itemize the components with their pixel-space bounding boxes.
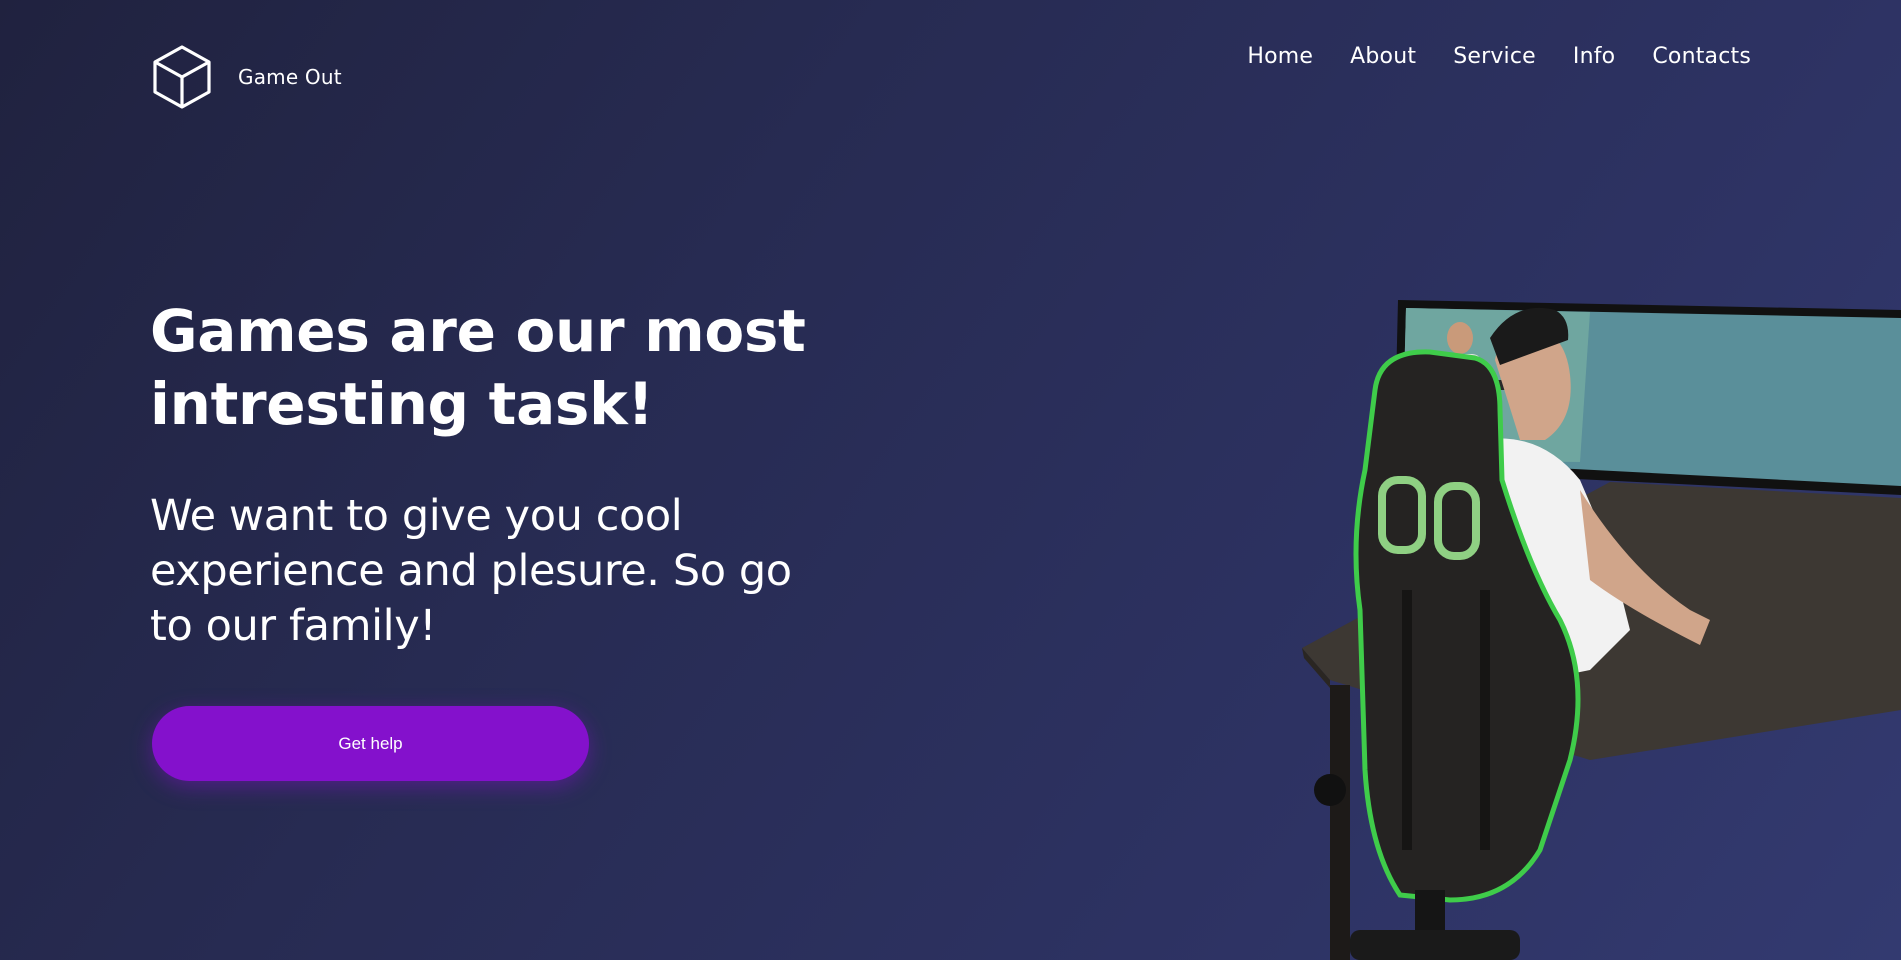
brand-name: Game Out bbox=[238, 65, 342, 89]
nav-info[interactable]: Info bbox=[1573, 44, 1615, 69]
cube-icon bbox=[152, 44, 212, 110]
gamer-at-desk-illustration bbox=[1290, 290, 1901, 960]
hero-subtitle: We want to give you cool experience and … bbox=[150, 491, 792, 651]
hero-title: Games are our most intresting task! bbox=[150, 297, 806, 438]
brand-logo-link[interactable]: Game Out bbox=[152, 44, 342, 110]
site-header: Game Out Home About Service Info Contact… bbox=[0, 0, 1901, 140]
main-nav: Home About Service Info Contacts bbox=[1247, 44, 1751, 69]
nav-about[interactable]: About bbox=[1350, 44, 1416, 69]
nav-service[interactable]: Service bbox=[1453, 44, 1536, 69]
nav-home[interactable]: Home bbox=[1247, 44, 1313, 69]
nav-contacts[interactable]: Contacts bbox=[1652, 44, 1751, 69]
hero-section: Games are our most intresting task! We w… bbox=[150, 295, 850, 654]
get-help-button[interactable]: Get help bbox=[152, 706, 589, 781]
